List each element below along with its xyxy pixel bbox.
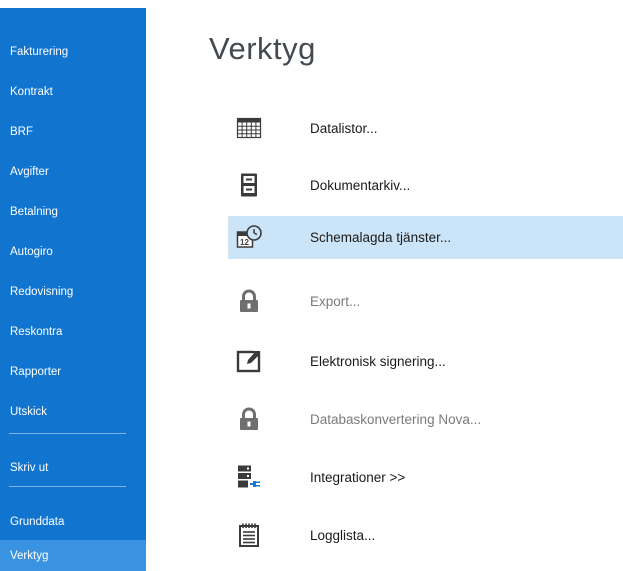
tool-label: Logglista... — [310, 528, 376, 543]
sidebar-item-brf[interactable]: BRF — [0, 117, 146, 147]
sidebar-item-label: Betalning — [10, 206, 58, 218]
table-grid-icon — [236, 115, 262, 141]
page-title: Verktyg — [209, 31, 316, 66]
scheduled-calendar-icon: 12 — [236, 224, 262, 250]
tool-elektronisk-signering[interactable]: Elektronisk signering... — [228, 340, 623, 383]
tool-integrationer[interactable]: Integrationer >> — [228, 456, 623, 499]
tool-dokumentarkiv[interactable]: Dokumentarkiv... — [228, 164, 623, 207]
sidebar-divider — [9, 433, 126, 434]
sidebar: Fakturering Kontrakt BRF Avgifter Betaln… — [0, 8, 146, 571]
file-cabinet-icon — [236, 172, 262, 198]
sidebar-item-label: Kontrakt — [10, 86, 53, 98]
tool-logglista[interactable]: Logglista... — [228, 514, 623, 557]
sidebar-item-label: Rapporter — [10, 366, 62, 378]
sidebar-item-label: Autogiro — [10, 246, 53, 258]
sidebar-item-label: Fakturering — [10, 46, 69, 58]
sidebar-item-label: Verktyg — [10, 550, 49, 562]
sidebar-item-verktyg[interactable]: Verktyg — [0, 540, 146, 571]
sidebar-item-redovisning[interactable]: Redovisning — [0, 277, 146, 307]
tool-label: Export... — [310, 294, 361, 309]
sidebar-item-betalning[interactable]: Betalning — [0, 197, 146, 227]
tool-label: Elektronisk signering... — [310, 354, 446, 369]
tool-schemalagda-tjanster[interactable]: 12 Schemalagda tjänster... — [228, 216, 623, 259]
svg-text:12: 12 — [240, 238, 249, 247]
sidebar-item-kontrakt[interactable]: Kontrakt — [0, 77, 146, 107]
server-plug-icon — [236, 464, 262, 490]
sidebar-item-label: BRF — [10, 126, 33, 138]
sidebar-item-label: Redovisning — [10, 286, 74, 298]
sidebar-item-label: Reskontra — [10, 326, 63, 338]
tool-datalistor[interactable]: Datalistor... — [228, 107, 623, 150]
sidebar-item-label: Skriv ut — [10, 462, 49, 474]
tool-databaskonvertering-nova[interactable]: Databaskonvertering Nova... — [228, 398, 623, 441]
sidebar-item-fakturering[interactable]: Fakturering — [0, 37, 146, 67]
tool-label: Dokumentarkiv... — [310, 178, 411, 193]
sidebar-item-avgifter[interactable]: Avgifter — [0, 157, 146, 187]
sidebar-item-autogiro[interactable]: Autogiro — [0, 237, 146, 267]
tool-label: Datalistor... — [310, 121, 378, 136]
log-list-icon — [236, 522, 262, 548]
sidebar-item-label: Grunddata — [10, 516, 65, 528]
tool-export[interactable]: Export... — [228, 280, 623, 323]
sidebar-item-grunddata[interactable]: Grunddata — [0, 507, 146, 537]
sidebar-divider — [9, 486, 126, 487]
lock-icon — [236, 288, 262, 314]
tool-label: Integrationer >> — [310, 470, 406, 485]
sidebar-item-skriv-ut[interactable]: Skriv ut — [0, 453, 146, 483]
sidebar-item-label: Avgifter — [10, 166, 49, 178]
sidebar-item-utskick[interactable]: Utskick — [0, 397, 146, 427]
sidebar-item-rapporter[interactable]: Rapporter — [0, 357, 146, 387]
edit-sign-icon — [236, 348, 262, 374]
sidebar-item-reskontra[interactable]: Reskontra — [0, 317, 146, 347]
tool-label: Schemalagda tjänster... — [310, 230, 452, 245]
sidebar-item-label: Utskick — [10, 406, 48, 418]
tool-label: Databaskonvertering Nova... — [310, 412, 482, 427]
lock-icon — [236, 406, 262, 432]
